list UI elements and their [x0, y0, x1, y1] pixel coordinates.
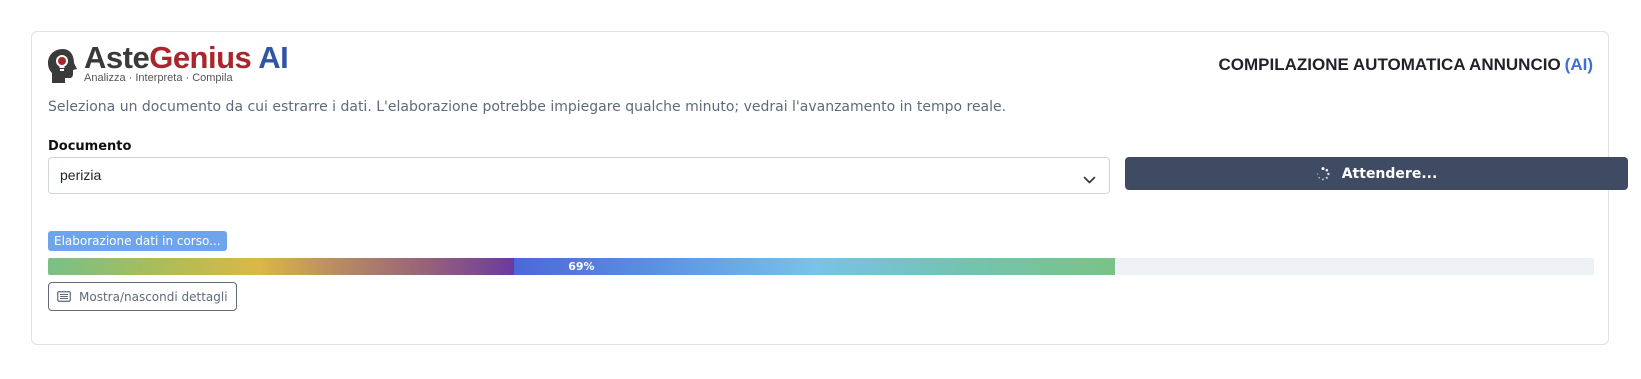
- brand-name-genius: Genius: [149, 40, 252, 75]
- page-title: COMPILAZIONE AUTOMATICA ANNUNCIO (AI): [1218, 55, 1593, 75]
- wait-button[interactable]: Attendere...: [1125, 157, 1628, 190]
- toggle-details-label: Mostra/nascondi dettagli: [79, 289, 228, 304]
- list-icon: [57, 291, 71, 302]
- spinner-icon: [1316, 166, 1330, 181]
- extraction-card: AsteGenius AI Analizza · Interpreta · Com…: [31, 31, 1628, 345]
- progress-percent: 69%: [568, 260, 595, 273]
- chevron-down-icon: [1083, 170, 1096, 189]
- brand-wordmark: AsteGenius AI: [84, 40, 289, 76]
- document-select[interactable]: perizia: [48, 157, 1110, 194]
- page-title-ai-suffix: (AI): [1564, 55, 1593, 74]
- brain-head-icon: [47, 48, 79, 88]
- document-select-value: perizia: [60, 167, 102, 183]
- status-badge: Elaborazione dati in corso...: [48, 231, 227, 251]
- wait-button-label: Attendere...: [1341, 165, 1438, 182]
- progress-bar-fill: 69%: [48, 258, 1115, 275]
- toggle-details-button[interactable]: Mostra/nascondi dettagli: [48, 282, 237, 311]
- page-title-text: COMPILAZIONE AUTOMATICA ANNUNCIO: [1218, 55, 1561, 74]
- brand-name-aste: Aste: [84, 40, 150, 75]
- document-field-label: Documento: [48, 139, 132, 154]
- brand-tagline: Analizza · Interpreta · Compila: [84, 72, 233, 84]
- intro-text: Seleziona un documento da cui estrarre i…: [48, 99, 1007, 115]
- brand-name-ai: AI: [258, 40, 289, 75]
- progress-bar: 69%: [48, 258, 1594, 275]
